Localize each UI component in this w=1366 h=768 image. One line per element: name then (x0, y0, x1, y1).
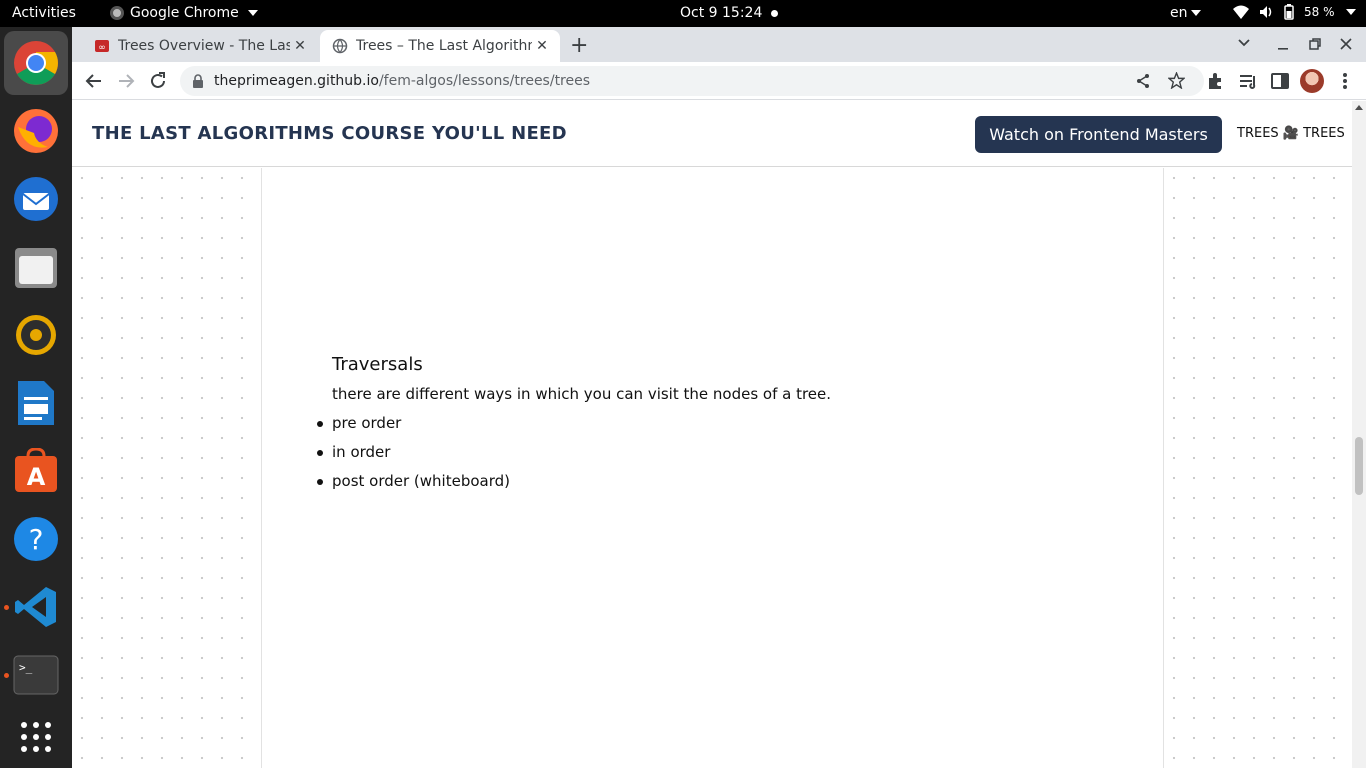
dotted-background-left (72, 168, 261, 768)
running-indicator (4, 605, 9, 610)
scroll-thumb[interactable] (1355, 437, 1363, 495)
intro-paragraph: there are different ways in which you ca… (332, 385, 832, 403)
notification-dot (771, 10, 778, 17)
watch-on-frontend-masters-button[interactable]: Watch on Frontend Masters (975, 116, 1222, 153)
lock-icon[interactable] (192, 74, 204, 88)
dock-firefox[interactable] (12, 107, 60, 155)
close-icon[interactable]: ✕ (290, 38, 310, 54)
dock-writer[interactable] (12, 379, 60, 427)
minimize-icon[interactable] (1276, 37, 1290, 51)
course-favicon-icon: ∞ (95, 40, 109, 53)
tab-trees[interactable]: Trees – The Last Algorithm ✕ (320, 30, 560, 62)
help-icon: ? (14, 517, 58, 561)
lesson-content: Traversals there are different ways in w… (261, 168, 1164, 768)
site-title[interactable]: THE LAST ALGORITHMS COURSE YOU'LL NEED (92, 123, 567, 144)
dock-software[interactable]: A (12, 447, 60, 495)
forward-icon[interactable] (115, 70, 137, 92)
url-host: theprimeagen.github.io (214, 73, 379, 89)
tab-title: Trees – The Last Algorithm (356, 38, 532, 54)
wifi-icon (1233, 5, 1249, 19)
chevron-down-icon (1345, 9, 1356, 15)
chevron-down-icon (247, 10, 258, 16)
language-indicator[interactable]: en (1170, 5, 1201, 21)
reload-icon[interactable] (147, 70, 169, 92)
close-icon[interactable]: ✕ (532, 38, 552, 54)
address-bar[interactable]: theprimeagen.github.io/fem-algos/lessons… (180, 66, 1204, 96)
battery-percentage: 58 % (1304, 5, 1335, 19)
dock-rhythmbox[interactable] (12, 311, 60, 359)
system-top-bar: Activities Google Chrome Oct 9 15:24 en … (0, 0, 1366, 27)
rhythmbox-icon (16, 315, 56, 355)
terminal-icon: >_ (13, 655, 59, 695)
share-icon[interactable] (1135, 73, 1151, 89)
button-label: Watch on Frontend Masters (989, 125, 1208, 144)
dock-chrome[interactable] (4, 31, 68, 95)
star-icon[interactable] (1168, 72, 1185, 89)
svg-text:A: A (27, 463, 46, 491)
site-header: THE LAST ALGORITHMS COURSE YOU'LL NEED W… (72, 101, 1352, 167)
side-panel-icon[interactable] (1269, 70, 1291, 92)
profile-avatar[interactable] (1300, 69, 1324, 93)
list-item: pre order (316, 414, 510, 443)
software-icon: A (15, 448, 57, 492)
system-tray[interactable]: 58 % (1232, 4, 1356, 20)
new-tab-button[interactable]: + (570, 33, 588, 58)
list-item: post order (whiteboard) (316, 472, 510, 501)
chrome-window: ∞ Trees Overview - The Last ✕ Trees – Th… (72, 27, 1366, 768)
browser-toolbar: theprimeagen.github.io/fem-algos/lessons… (72, 62, 1366, 100)
dock-files[interactable] (12, 243, 60, 291)
list-item: in order (316, 443, 510, 472)
vscode-icon (15, 587, 56, 627)
firefox-icon (14, 109, 58, 153)
battery-icon (1284, 4, 1294, 20)
app-menu[interactable]: Google Chrome (110, 5, 258, 21)
chrome-icon (14, 41, 58, 85)
scroll-up-arrow-icon[interactable] (1355, 105, 1363, 110)
section-heading: Traversals (332, 354, 423, 375)
app-menu-label: Google Chrome (130, 5, 239, 21)
dock-show-apps[interactable] (12, 713, 60, 761)
url-path: /fem-algos/lessons/trees/trees (378, 73, 591, 89)
dotted-background-right (1164, 168, 1352, 768)
svg-text:>_: >_ (19, 661, 33, 674)
traversal-list: pre order in order post order (whiteboar… (316, 414, 510, 501)
tab-strip: ∞ Trees Overview - The Last ✕ Trees – Th… (72, 27, 1366, 62)
tab-trees-overview[interactable]: ∞ Trees Overview - The Last ✕ (82, 30, 318, 62)
app-grid-icon (21, 722, 51, 752)
files-icon (15, 248, 57, 288)
close-window-icon[interactable] (1339, 37, 1353, 51)
language-label: en (1170, 5, 1188, 21)
volume-icon (1260, 6, 1272, 18)
tab-title: Trees Overview - The Last (118, 38, 290, 54)
dock-thunderbird[interactable] (12, 175, 60, 223)
chevron-down-icon (1190, 10, 1201, 16)
ubuntu-dock: A ? >_ (0, 27, 72, 768)
chrome-mini-icon (110, 6, 124, 20)
svg-text:∞: ∞ (98, 43, 106, 53)
dock-terminal[interactable]: >_ (12, 651, 60, 699)
extensions-icon[interactable] (1205, 70, 1227, 92)
dock-help[interactable]: ? (12, 515, 60, 563)
writer-icon (18, 381, 54, 425)
svg-text:?: ? (29, 523, 44, 556)
breadcrumb: TREES 🎥 TREES (1237, 126, 1345, 141)
clock[interactable]: Oct 9 15:24 (680, 5, 762, 21)
dock-vscode[interactable] (12, 583, 60, 631)
tab-search-icon[interactable] (1238, 39, 1250, 47)
web-page: THE LAST ALGORITHMS COURSE YOU'LL NEED W… (72, 101, 1366, 768)
back-icon[interactable] (83, 70, 105, 92)
activities-button[interactable]: Activities (12, 5, 76, 21)
menu-kebab-icon[interactable] (1334, 70, 1356, 92)
restore-icon[interactable] (1308, 37, 1322, 51)
globe-icon (332, 38, 348, 54)
running-indicator (4, 673, 9, 678)
thunderbird-icon (14, 177, 58, 221)
page-scrollbar[interactable] (1352, 101, 1366, 768)
media-queue-icon[interactable] (1237, 70, 1259, 92)
